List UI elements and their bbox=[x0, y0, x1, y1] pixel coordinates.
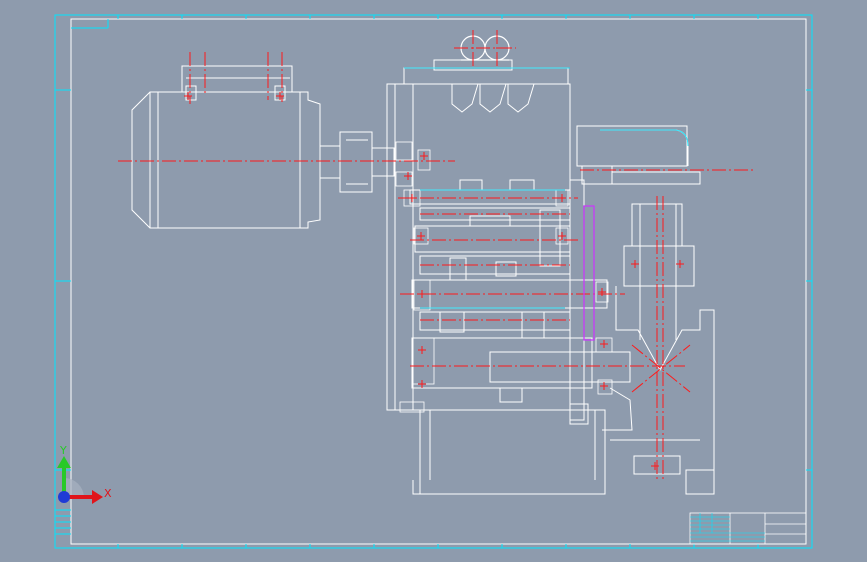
cad-drawing-viewport[interactable]: Y X bbox=[0, 0, 867, 562]
x-axis-label: X bbox=[104, 487, 112, 500]
z-axis-dot bbox=[58, 491, 70, 503]
y-axis-label: Y bbox=[59, 444, 67, 457]
